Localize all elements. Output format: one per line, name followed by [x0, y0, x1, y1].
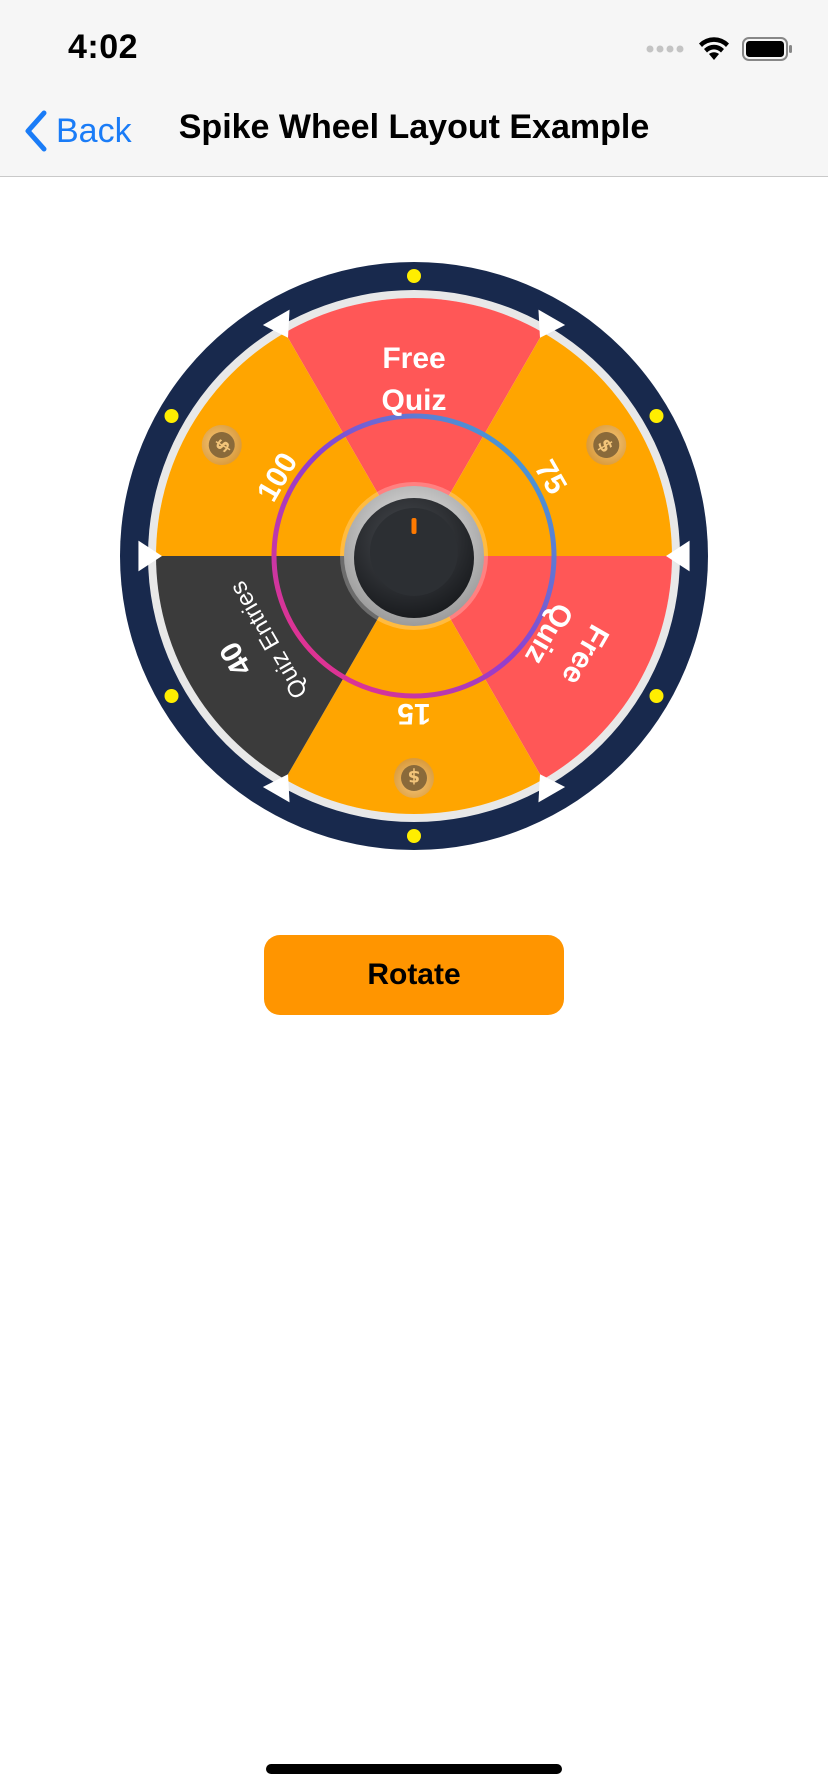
spin-wheel[interactable]: Free Quiz 75 $ Free Quiz 15 $40 Quiz Entries 100 $: [118, 260, 710, 852]
rim-dot: [164, 689, 179, 703]
segment-title: Free: [382, 342, 445, 375]
battery-icon: [742, 37, 792, 61]
screen: 4:02 Back Spike Wheel Layout Example Fre…: [0, 0, 828, 1792]
knob-icon: [340, 482, 488, 630]
wheel-graphic: FreeQuiz75$FreeQuiz15$40Quiz Entries100$: [120, 262, 708, 850]
rim-dot: [407, 829, 421, 843]
segment-title: 15: [397, 697, 430, 730]
rotate-button[interactable]: Rotate: [264, 935, 564, 1015]
svg-text:$: $: [408, 766, 421, 787]
rim-dot: [649, 409, 664, 423]
coin-icon: $: [394, 758, 434, 798]
cellular-signal-icon: [646, 45, 684, 53]
rim-dot: [407, 269, 421, 283]
page-title: Spike Wheel Layout Example: [178, 108, 650, 146]
top-bar: 4:02 Back Spike Wheel Layout Example: [0, 0, 828, 177]
wifi-icon: [699, 37, 729, 60]
status-time: 4:02: [68, 28, 139, 66]
segment-subtitle: Quiz: [382, 384, 447, 417]
home-indicator: [266, 1764, 562, 1774]
status-icons: [646, 34, 794, 64]
rim-dot: [649, 689, 664, 703]
rim-dot: [164, 409, 179, 423]
